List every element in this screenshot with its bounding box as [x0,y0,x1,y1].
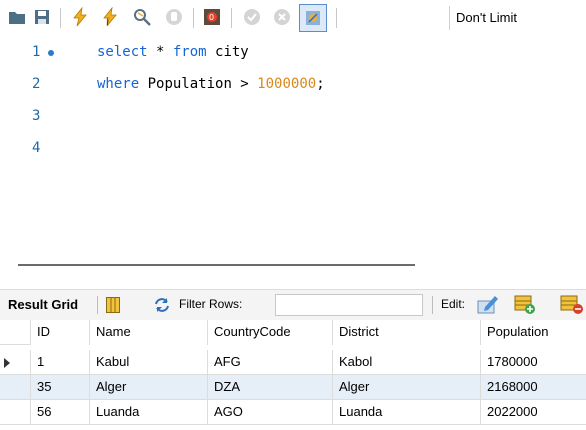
sql-keyword: where [97,76,140,92]
row-header[interactable] [0,375,30,400]
table-row[interactable]: 35 Alger DZA Alger 2168000 [0,375,586,400]
sql-keyword: from [172,44,207,60]
code-line[interactable]: where Population > 1000000; [97,76,325,92]
toolbar-separator [336,8,337,28]
column-header-name[interactable]: Name [89,320,207,345]
sql-text: Population > [139,76,258,92]
table-cell[interactable]: 1 [30,350,89,375]
table-cell[interactable]: 2022000 [480,400,586,425]
sql-text: ; [316,76,325,92]
autocommit-icon[interactable] [299,4,327,32]
table-cell[interactable]: DZA [207,375,332,400]
toolbar-separator [97,296,98,314]
table-cell[interactable]: Alger [332,375,480,400]
line-number: 2 [32,76,41,92]
execute-current-icon[interactable]: I [98,5,122,29]
row-header[interactable] [0,400,30,425]
table-cell[interactable]: Kabol [332,350,480,375]
save-icon[interactable] [30,5,54,29]
column-header-population[interactable]: Population [480,320,586,345]
result-grid-label[interactable]: Result Grid [8,297,78,312]
filter-rows-label: Filter Rows: [179,297,243,311]
table-cell[interactable]: 1780000 [480,350,586,375]
sql-editor[interactable]: 1 select * from city 2 where Population > 1… [0,36,586,256]
sql-text: * [147,44,173,60]
grid-layout-icon[interactable] [106,297,120,318]
sql-editor-toolbar: I 0 Don't Limit [0,0,586,36]
table-cell[interactable]: AFG [207,350,332,375]
table-cell[interactable]: AGO [207,400,332,425]
commit-icon[interactable] [240,5,264,29]
grid-corner [0,320,30,345]
table-cell[interactable]: 35 [30,375,89,400]
table-row[interactable]: 1 Kabul AFG Kabol 1780000 [0,350,586,375]
table-cell[interactable]: 2168000 [480,375,586,400]
table-cell[interactable]: Kabul [89,350,207,375]
table-row[interactable]: 56 Luanda AGO Luanda 2022000 [0,400,586,425]
grid-header-row: ID Name CountryCode District Population [0,320,586,345]
line-number: 4 [32,140,41,156]
table-cell[interactable]: 56 [30,400,89,425]
sql-text: city [206,44,249,60]
statement-marker-icon [48,50,54,56]
explain-icon[interactable] [130,5,154,29]
column-header-id[interactable]: ID [30,320,89,345]
delete-row-icon[interactable] [560,295,586,320]
table-cell[interactable]: Alger [89,375,207,400]
svg-text:I: I [106,18,109,27]
toolbar-separator [432,296,433,314]
sql-number: 1000000 [257,76,317,92]
toggle-errors-icon[interactable]: 0 [200,5,224,29]
line-number: 3 [32,108,41,124]
current-row-arrow-icon [4,358,10,368]
table-cell[interactable]: Luanda [89,400,207,425]
open-file-icon[interactable] [5,5,29,29]
code-line[interactable]: select * from city [97,44,249,60]
edit-label: Edit: [441,297,466,311]
row-header[interactable] [0,350,30,375]
toolbar-separator [193,8,194,28]
toolbar-separator [231,8,232,28]
sql-keyword: select [97,44,148,60]
add-row-icon[interactable] [514,295,536,320]
rollback-icon[interactable] [270,5,294,29]
execute-icon[interactable] [68,5,92,29]
table-cell[interactable]: Luanda [332,400,480,425]
result-toolbar: Result Grid Filter Rows: Edit: [0,289,586,320]
toolbar-separator [60,8,61,28]
svg-text:0: 0 [209,13,214,22]
column-header-district[interactable]: District [332,320,480,345]
filter-rows-input[interactable] [275,294,423,316]
stop-icon[interactable] [162,5,186,29]
column-header-countrycode[interactable]: CountryCode [207,320,332,345]
edit-row-icon[interactable] [477,294,499,319]
limit-rows-select[interactable]: Don't Limit [449,6,586,30]
panel-splitter[interactable] [18,264,415,266]
refresh-icon[interactable] [153,297,171,318]
